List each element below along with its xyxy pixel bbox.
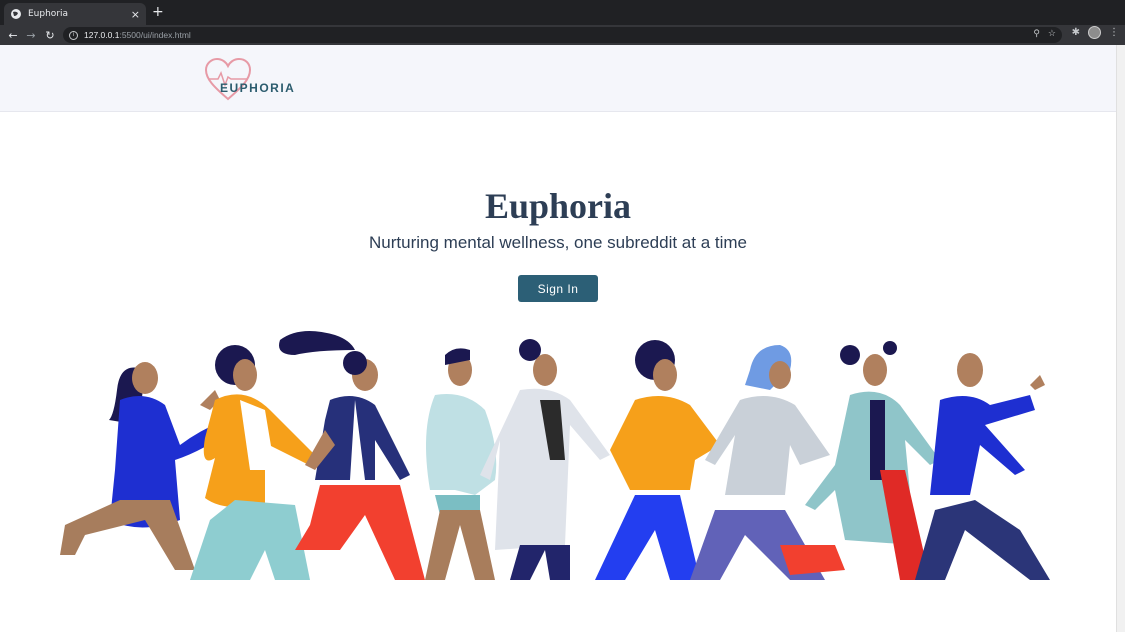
- hero-title: Euphoria: [484, 186, 632, 226]
- browser-tab[interactable]: Euphoria ×: [4, 3, 146, 25]
- back-icon[interactable]: ←: [4, 26, 22, 44]
- zoom-icon[interactable]: ⚲: [1033, 28, 1040, 39]
- bookmark-star-icon[interactable]: ☆: [1048, 28, 1056, 39]
- person-9: [915, 353, 1050, 580]
- address-bar[interactable]: i 127.0.0.1 :5500/ui/index.html ⚲ ☆: [63, 27, 1062, 43]
- profile-avatar[interactable]: [1088, 26, 1101, 39]
- hero-subtitle: Nurturing mental wellness, one subreddit…: [369, 233, 747, 252]
- forward-icon[interactable]: →: [22, 26, 40, 44]
- site-header: EUPHORIA: [0, 45, 1116, 112]
- reload-icon[interactable]: ↻: [41, 26, 59, 44]
- people-walking-illustration: [60, 331, 1050, 580]
- new-tab-button[interactable]: +: [152, 5, 164, 19]
- extensions-icon[interactable]: ✱: [1072, 27, 1080, 38]
- logo-text: EUPHORIA: [220, 81, 296, 95]
- person-6: [595, 340, 720, 580]
- page-content: EUPHORIA Euphoria Nurturing mental welln…: [0, 45, 1116, 632]
- tab-close-icon[interactable]: ×: [131, 8, 140, 21]
- sign-in-button[interactable]: Sign In: [518, 275, 598, 302]
- menu-icon[interactable]: ⋮: [1109, 27, 1119, 38]
- browser-tab-bar: Euphoria × +: [0, 0, 1125, 25]
- person-7: [690, 345, 830, 580]
- globe-icon: [11, 9, 21, 19]
- page-scrollbar[interactable]: [1116, 45, 1125, 632]
- tab-title: Euphoria: [28, 9, 69, 19]
- url-host: 127.0.0.1: [84, 30, 120, 40]
- info-icon[interactable]: i: [69, 30, 78, 40]
- site-logo[interactable]: EUPHORIA: [204, 57, 296, 101]
- person-5: [480, 339, 610, 580]
- browser-toolbar: ← → ↻ i 127.0.0.1 :5500/ui/index.html ⚲ …: [0, 25, 1125, 45]
- url-path: :5500/ui/index.html: [119, 30, 191, 40]
